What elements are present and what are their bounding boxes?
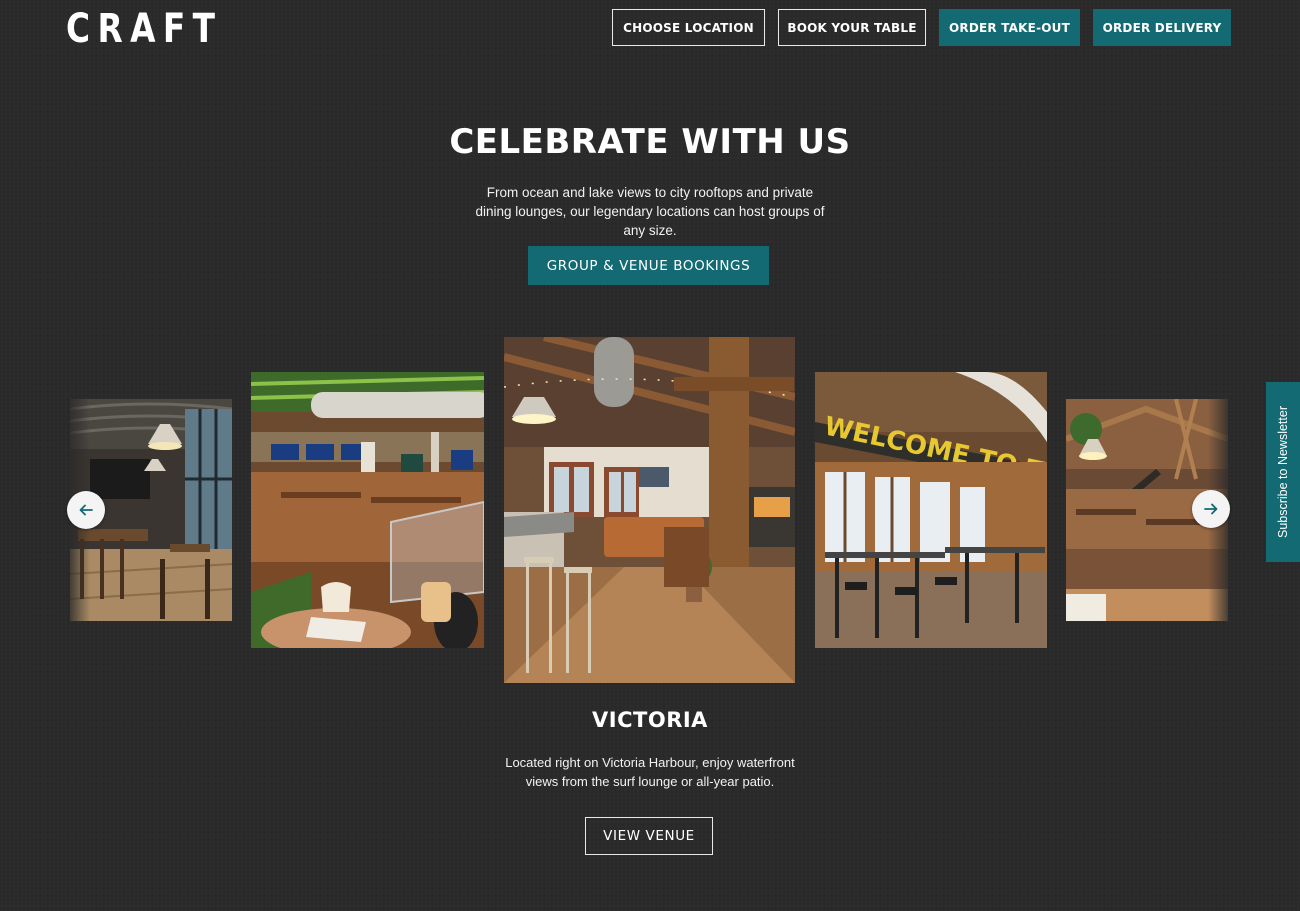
- choose-location-button[interactable]: CHOOSE LOCATION: [612, 9, 765, 46]
- carousel-slide-active[interactable]: [504, 337, 795, 683]
- book-table-button[interactable]: BOOK YOUR TABLE: [778, 9, 926, 46]
- venue-name: VICTORIA: [592, 708, 708, 732]
- view-venue-button[interactable]: VIEW VENUE: [585, 817, 713, 855]
- venue-photo: WELCOME TO THE GOOD LIFE: [815, 372, 1047, 648]
- arrow-right-icon: [1204, 503, 1218, 515]
- venue-description: Located right on Victoria Harbour, enjoy…: [505, 755, 795, 789]
- carousel-slide[interactable]: WELCOME TO THE GOOD LIFE: [815, 372, 1047, 648]
- top-nav: CHOOSE LOCATION BOOK YOUR TABLE ORDER TA…: [612, 9, 1231, 46]
- order-delivery-button[interactable]: ORDER DELIVERY: [1093, 9, 1231, 46]
- subscribe-newsletter-tab[interactable]: Subscribe to Newsletter: [1266, 382, 1300, 562]
- newsletter-tab-label: Subscribe to Newsletter: [1276, 405, 1291, 539]
- venue-photo: [251, 372, 484, 648]
- carousel-slide[interactable]: [251, 372, 484, 648]
- carousel-prev-button[interactable]: [67, 491, 105, 529]
- logo[interactable]: CRAFT: [66, 6, 222, 52]
- group-venue-bookings-button[interactable]: GROUP & VENUE BOOKINGS: [528, 246, 769, 285]
- hero-title: CELEBRATE WITH US: [449, 122, 851, 162]
- order-takeout-button[interactable]: ORDER TAKE-OUT: [939, 9, 1080, 46]
- carousel-next-button[interactable]: [1192, 490, 1230, 528]
- hero-text: From ocean and lake views to city roofto…: [475, 185, 825, 238]
- venue-photo: [504, 337, 795, 683]
- arrow-left-icon: [79, 504, 93, 516]
